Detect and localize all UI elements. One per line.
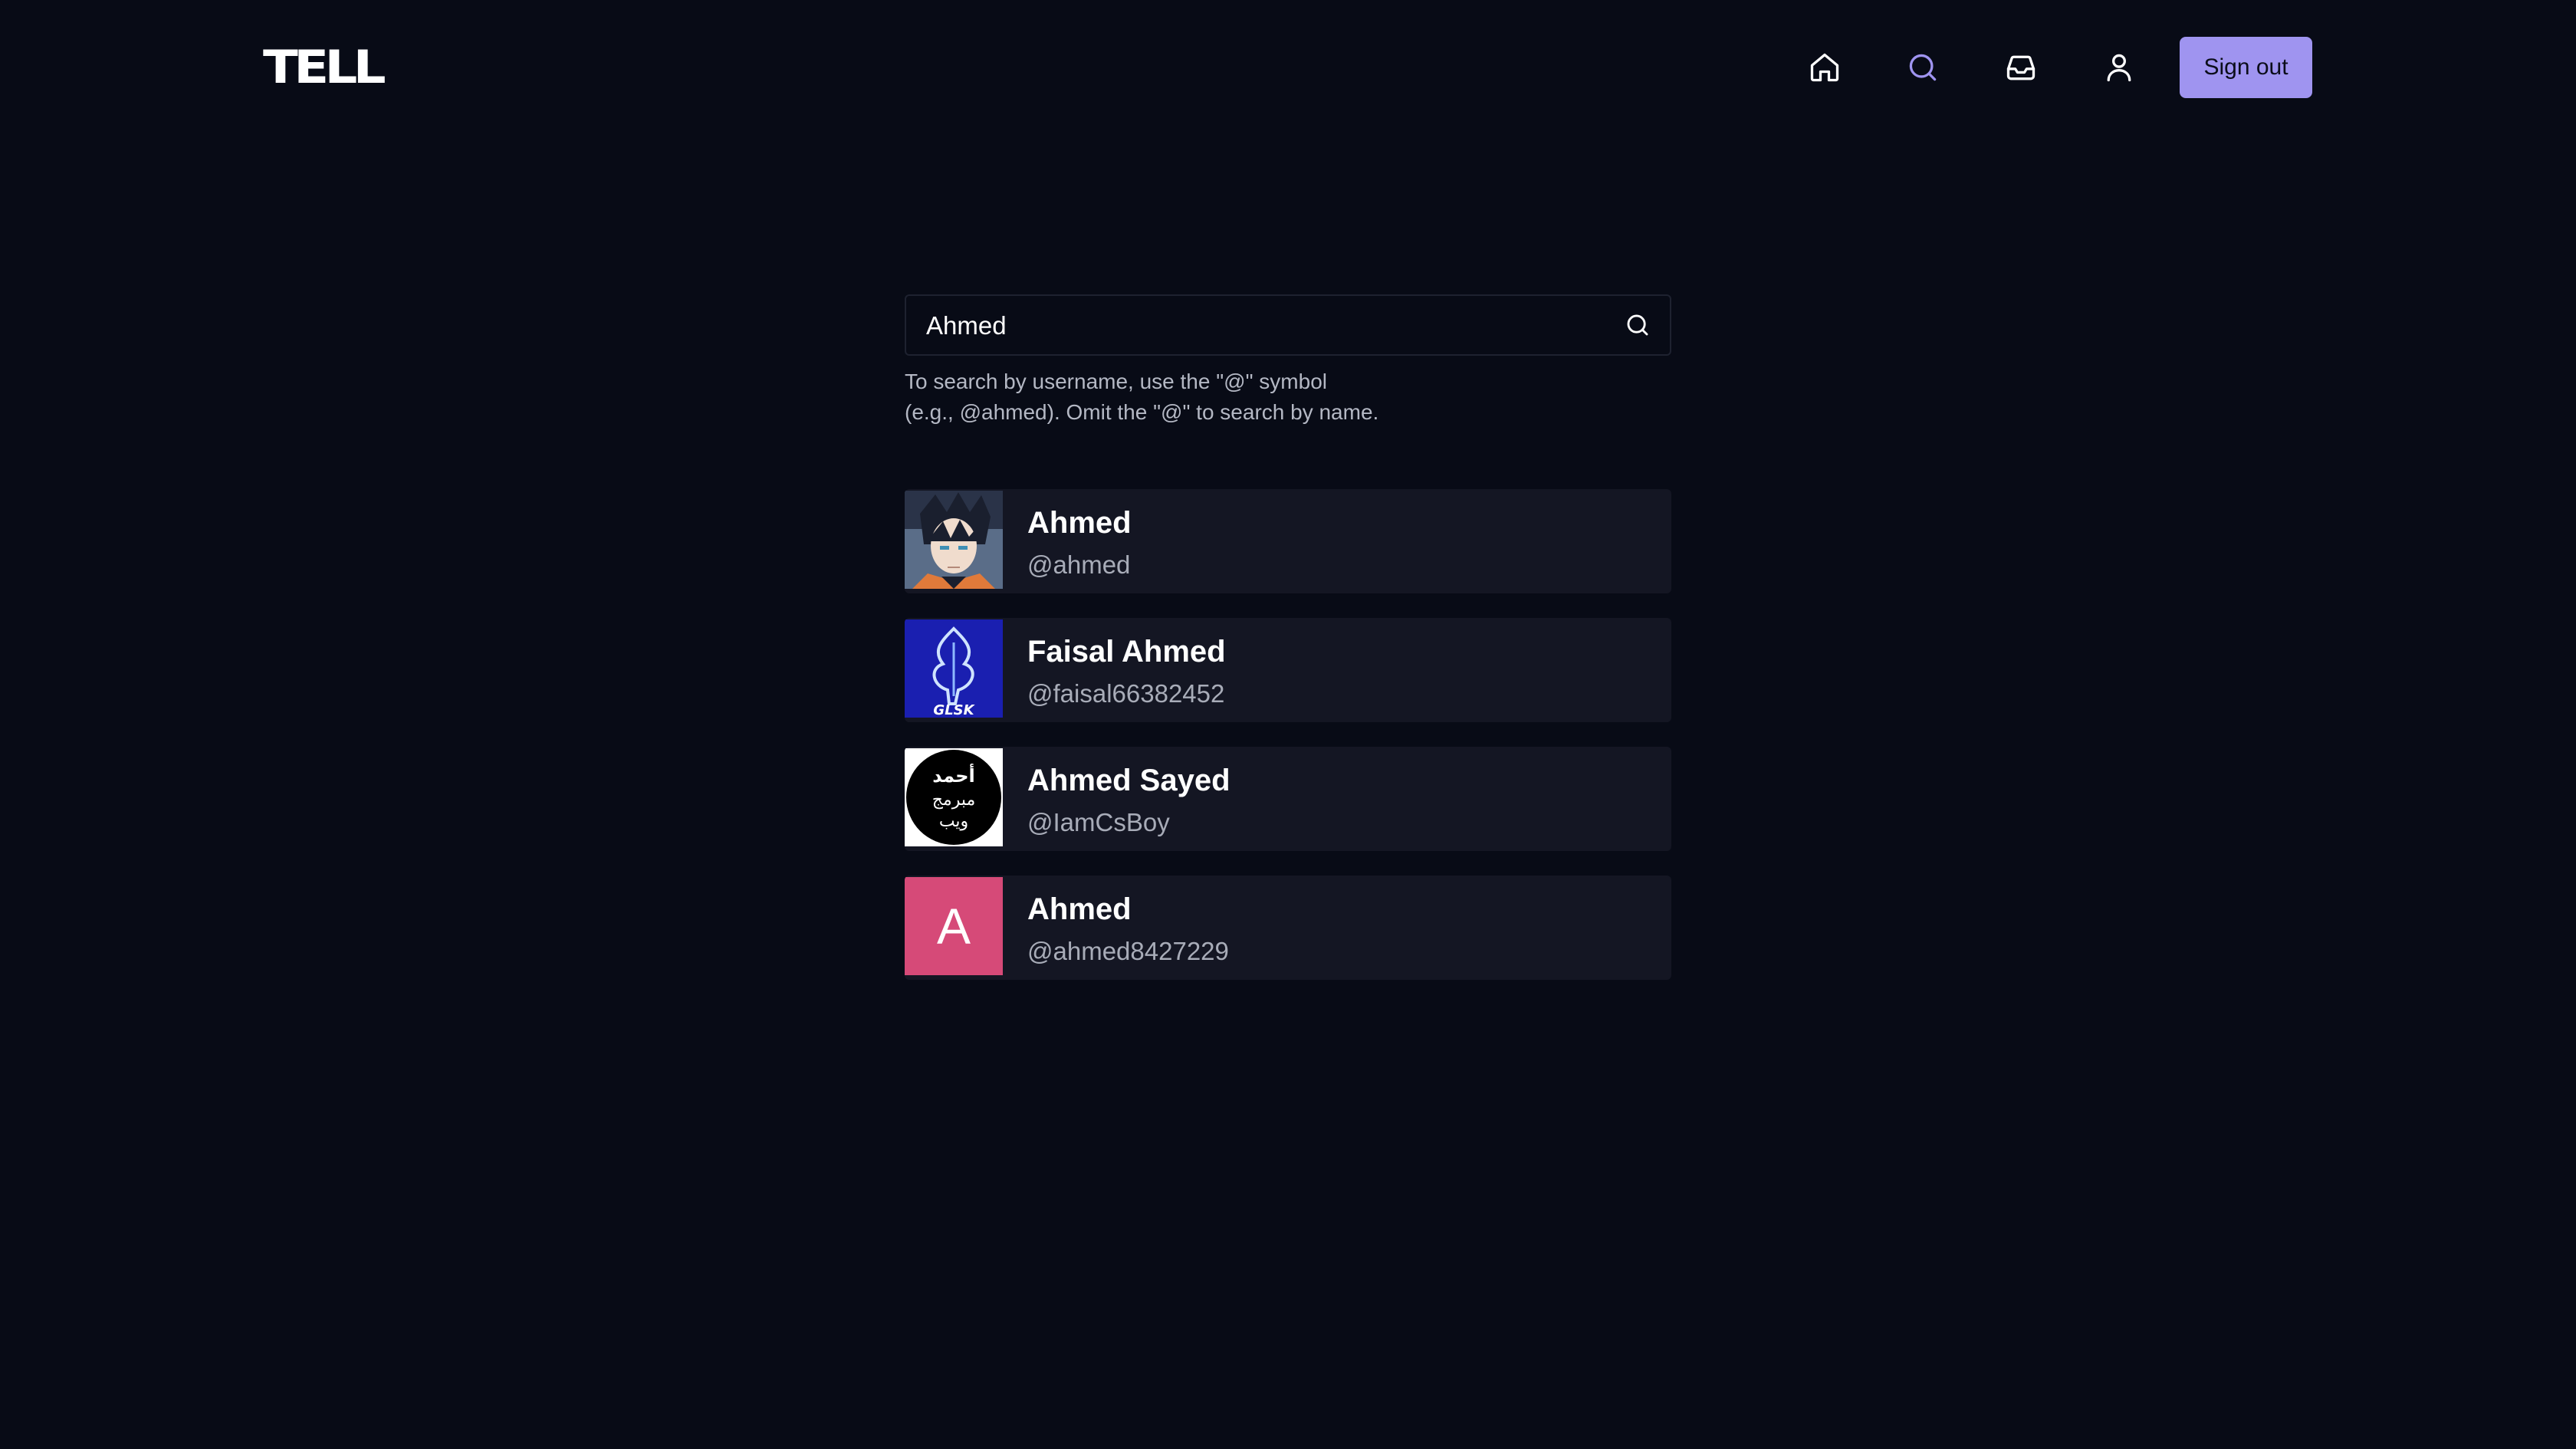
- svg-text:أحمد: أحمد: [932, 764, 974, 787]
- search-hint-line-1: To search by username, use the "@" symbo…: [905, 370, 1327, 393]
- avatar: GLSK: [905, 619, 1003, 718]
- blue-logo-avatar-image: GLSK: [905, 619, 1003, 718]
- main-nav: [1794, 37, 2187, 98]
- search-icon: [1627, 314, 1648, 336]
- avatar-logo-text: GLSK: [933, 702, 975, 718]
- inbox-nav-button[interactable]: [1990, 37, 2052, 98]
- search-hint-line-2: (e.g., @ahmed). Omit the "@" to search b…: [905, 400, 1379, 424]
- home-icon: [1810, 53, 1839, 82]
- search-icon: [1909, 54, 1937, 81]
- home-nav-button[interactable]: [1794, 37, 1855, 98]
- avatar: أحمد مبرمج ويب: [905, 748, 1003, 846]
- inbox-icon: [2006, 55, 2036, 80]
- avatar: [905, 491, 1003, 589]
- search-nav-button[interactable]: [1892, 37, 1953, 98]
- avatar: A: [905, 877, 1003, 975]
- top-header: TELL Sign out: [0, 0, 2576, 135]
- tell-logo[interactable]: TELL: [263, 41, 386, 94]
- search-box: [905, 294, 1671, 356]
- search-hint: To search by username, use the "@" symbo…: [905, 366, 1671, 428]
- result-handle: @faisal66382452: [1027, 679, 1225, 708]
- profile-nav-button[interactable]: [2088, 37, 2150, 98]
- search-results-list: Ahmed @ahmed GLSK Faisal Ahmed @faisal66…: [905, 489, 1671, 1004]
- result-name: Ahmed Sayed: [1027, 764, 1230, 797]
- anime-avatar-image: [905, 491, 1003, 589]
- search-submit-button[interactable]: [1622, 310, 1653, 340]
- arabic-logo-avatar-image: أحمد مبرمج ويب: [905, 748, 1003, 846]
- svg-text:مبرمج: مبرمج: [932, 790, 976, 810]
- search-input[interactable]: [925, 296, 1587, 356]
- user-icon: [2107, 54, 2131, 82]
- result-item[interactable]: GLSK Faisal Ahmed @faisal66382452: [905, 618, 1671, 722]
- svg-text:ويب: ويب: [939, 812, 968, 831]
- result-name: Ahmed: [1027, 506, 1132, 540]
- letter-avatar: A: [905, 877, 1003, 975]
- result-name: Ahmed: [1027, 892, 1132, 926]
- result-name: Faisal Ahmed: [1027, 635, 1226, 669]
- result-handle: @ahmed8427229: [1027, 937, 1229, 965]
- result-handle: @IamCsBoy: [1027, 808, 1170, 836]
- result-item[interactable]: A Ahmed @ahmed8427229: [905, 876, 1671, 980]
- result-item[interactable]: Ahmed @ahmed: [905, 489, 1671, 593]
- result-item[interactable]: أحمد مبرمج ويب Ahmed Sayed @IamCsBoy: [905, 747, 1671, 851]
- sign-out-button[interactable]: Sign out: [2180, 37, 2312, 98]
- result-handle: @ahmed: [1027, 550, 1131, 579]
